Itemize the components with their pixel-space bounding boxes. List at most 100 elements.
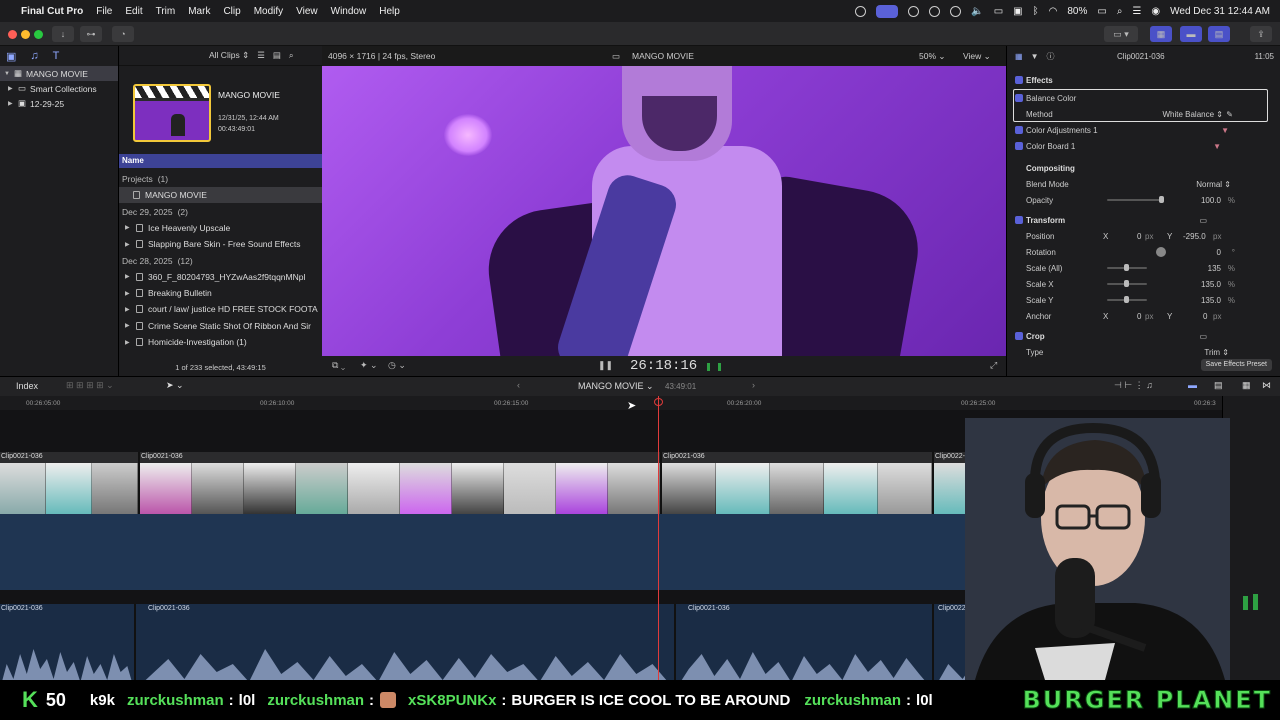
minimize-window-button[interactable] [21,30,30,39]
inspector-toggle-icon[interactable]: ▤ [1208,26,1230,42]
video-clip[interactable]: Clip0021-036 [140,452,662,514]
column-header-name[interactable]: Name [119,154,322,168]
color-board-icon[interactable]: ▼ [1213,142,1221,151]
rotation-dial[interactable] [1156,247,1166,257]
keywords-icon[interactable]: ⊶ [80,26,102,42]
menu-help[interactable]: Help [379,6,400,17]
clip-appearance-icon[interactable]: ▤ [273,50,281,61]
disclosure-right-icon[interactable]: ▶ [8,85,14,92]
titles-icon[interactable]: T [53,50,60,62]
audio-clip[interactable]: Clip0021-036 [0,604,136,689]
battery-icon[interactable]: ▭ [1097,6,1106,17]
zoom-window-button[interactable] [34,30,43,39]
list-group-header[interactable]: Dec 28, 2025 (12) [119,253,322,269]
video-frame[interactable] [322,66,1006,356]
enhance-tool-icon[interactable]: ✦ ⌄ [360,360,378,371]
disclosure-right-icon[interactable]: ▶ [125,290,131,297]
photos-icon[interactable]: ▣ [6,50,16,63]
menu-modify[interactable]: Modify [254,6,283,17]
disclosure-right-icon[interactable]: ▶ [125,322,131,329]
select-tool-icon[interactable]: ➤ ⌄ [166,380,184,391]
browser-toggle-icon[interactable]: ▦ [1150,26,1172,42]
anchor-x-value[interactable]: 0 [1137,312,1141,321]
edit-buttons-icon[interactable]: ⊞ ⊞ ⊞ ⊞ ⌄ [66,380,114,391]
save-effects-preset-button[interactable]: Save Effects Preset [1200,359,1272,371]
record-icon[interactable] [929,5,941,17]
project-thumbnail[interactable] [133,84,211,142]
library-item-mango-movie[interactable]: ▼ ▦ MANGO MOVIE [0,66,118,81]
menu-trim[interactable]: Trim [156,6,176,17]
menu-file[interactable]: File [96,6,112,17]
scale-y-value[interactable]: 135.0 [1201,296,1221,305]
list-item[interactable]: ▶ Ice Heavenly Upscale [119,220,322,236]
scale-x-value[interactable]: 135.0 [1201,280,1221,289]
music-icon[interactable]: ♫ [30,50,38,62]
disclosure-right-icon[interactable]: ▶ [125,224,131,231]
transform-onscreen-icon[interactable]: ▭ [1199,216,1207,225]
list-view-icon[interactable]: ☰ [257,50,265,61]
info-inspector-icon[interactable]: ⓘ [1046,51,1054,62]
siri-icon[interactable]: ◉ [1151,6,1160,17]
wifi-icon[interactable]: ◠ [1049,6,1058,17]
forward-arrow-icon[interactable]: › [752,380,755,390]
video-clip[interactable]: Clip0021-036 [0,452,140,514]
crop-onscreen-icon[interactable]: ▭ [1199,332,1207,341]
color-adjustments-effect[interactable]: Color Adjustments 1 ▼ [1007,122,1280,138]
list-group-header[interactable]: Projects (1) [119,171,322,187]
app-menu[interactable]: Final Cut Pro [21,6,83,17]
playhead[interactable] [658,396,659,680]
speed-tool-icon[interactable]: ◷ ⌄ [388,360,406,371]
menu-clip[interactable]: Clip [223,6,240,17]
timecode-display[interactable]: 26:18:16 [630,358,697,374]
disclosure-right-icon[interactable]: ▶ [125,339,131,346]
effects-browser-icon[interactable]: ▦ [1242,380,1251,391]
list-item[interactable]: ▶ Breaking Bulletin [119,285,322,301]
play-icon[interactable] [950,5,962,17]
position-y-value[interactable]: -295.0 [1183,232,1206,241]
audio-clip[interactable]: Clip0021-036 [676,604,934,689]
position-x-value[interactable]: 0 [1137,232,1141,241]
close-window-button[interactable] [8,30,17,39]
method-dropdown[interactable]: White Balance ⇕ [1162,110,1223,119]
video-clip[interactable]: Clip0021-036 [662,452,934,514]
crop-section[interactable]: Crop ▭ [1007,328,1280,344]
timeline-toggle-icon[interactable]: ▬ [1180,26,1202,42]
rotation-value[interactable]: 0 [1217,248,1221,257]
transform-tool-icon[interactable]: ⧉ ⌄ [332,360,345,371]
screen-mirror-icon[interactable] [876,4,899,18]
pause-icon[interactable]: ❚❚ [598,360,613,371]
library-item-smart-collections[interactable]: ▶ ▭ Smart Collections [0,81,118,96]
scale-all-value[interactable]: 135 [1208,264,1221,273]
color-wheel-icon[interactable]: ▼ [1221,126,1229,135]
workspace-icon[interactable]: ▭ ▾ [1104,26,1138,42]
search-icon[interactable]: ⌕ [1117,6,1123,17]
list-group-header[interactable]: Dec 29, 2025 (2) [119,204,322,220]
library-item-event[interactable]: ▶ ▣ 12-29-25 [0,96,118,111]
disclosure-right-icon[interactable]: ▶ [125,273,131,280]
menu-view[interactable]: View [296,6,318,17]
clip-filter-dropdown[interactable]: All Clips ⇕ [209,50,249,61]
opacity-slider[interactable] [1107,199,1162,201]
back-arrow-icon[interactable]: ‹ [517,380,520,390]
disclosure-right-icon[interactable]: ▶ [125,241,131,248]
fullscreen-icon[interactable]: ⤢ [990,360,997,371]
display-icon[interactable]: ▭ [994,6,1003,17]
list-item[interactable]: ▶ Slapping Bare Skin - Free Sound Effects [119,236,322,252]
crop-type-dropdown[interactable]: Trim ⇕ [1204,348,1229,357]
clip-appearance-icon[interactable]: ▤ [1214,380,1223,391]
timeline-ruler[interactable]: 00:26:05:00 00:26:10:00 00:26:15:00 00:2… [0,396,1222,410]
share-icon[interactable]: ⇪ [1250,26,1272,42]
menu-window[interactable]: Window [331,6,367,17]
disclosure-down-icon[interactable]: ▼ [4,71,10,77]
video-inspector-icon[interactable]: ▦ [1015,52,1023,61]
transform-section[interactable]: Transform ▭ [1007,212,1280,228]
checkbox[interactable] [1015,126,1023,134]
checkbox[interactable] [1015,142,1023,150]
timeline-view-icons[interactable]: ⊣ ⊢ ⋮ ♫ [1114,380,1153,391]
scale-x-knob[interactable] [1124,280,1129,287]
snapping-icon[interactable]: ▬ [1188,380,1197,390]
checkbox[interactable] [1015,94,1023,102]
menu-mark[interactable]: Mark [188,6,210,17]
blend-mode-dropdown[interactable]: Normal ⇕ [1196,180,1231,189]
timeline-index-button[interactable]: Index [16,381,38,391]
